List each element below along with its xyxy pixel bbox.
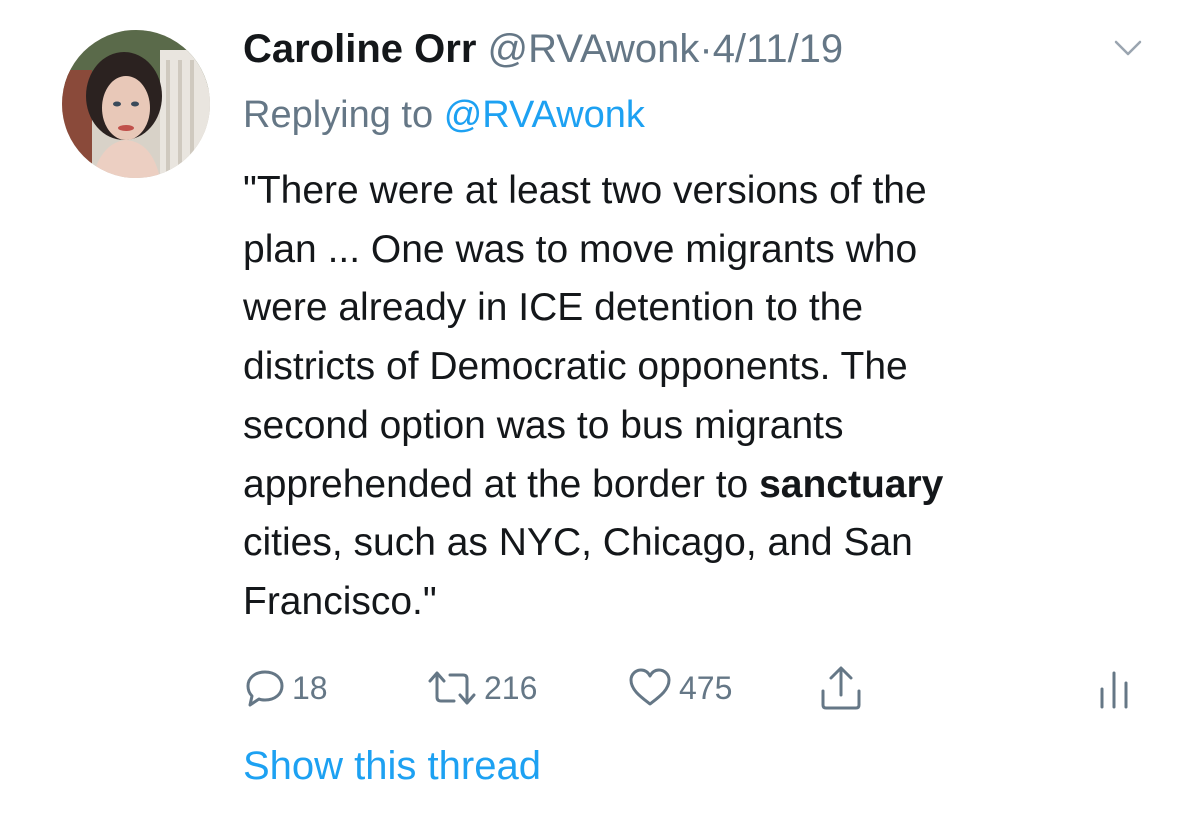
tweet-text-bold: sanctuary	[759, 462, 944, 506]
reply-button[interactable]: 18	[244, 660, 328, 716]
retweet-icon	[428, 671, 476, 705]
tweet[interactable]: Caroline Orr @RVAwonk·4/11/19 Replying t…	[0, 0, 1200, 820]
tweet-text: "There were at least two versions of the…	[243, 162, 1163, 632]
tweet-text-line: were already in ICE detention to the	[243, 286, 864, 330]
tweet-text-line: districts of Democratic opponents. The	[243, 345, 908, 389]
show-thread-link[interactable]: Show this thread	[243, 738, 541, 794]
share-button[interactable]	[818, 660, 864, 716]
avatar[interactable]	[62, 30, 210, 178]
analytics-icon	[1100, 671, 1128, 709]
replying-to: Replying to @RVAwonk	[243, 90, 645, 140]
analytics-button[interactable]	[1096, 660, 1132, 716]
avatar-photo	[62, 30, 210, 178]
replying-to-handle[interactable]: @RVAwonk	[444, 94, 645, 136]
tweet-actions: 18 216 475	[0, 660, 1200, 716]
separator-dot: ·	[699, 27, 713, 71]
user-handle[interactable]: @RVAwonk	[488, 27, 700, 71]
tweet-text-line: cities, such as NYC, Chicago, and San	[243, 521, 913, 565]
like-count: 475	[679, 669, 733, 706]
tweet-text-line: plan ... One was to move migrants who	[243, 227, 918, 271]
tweet-text-line: "There were at least two versions of the	[243, 169, 927, 212]
tweet-header: Caroline Orr @RVAwonk·4/11/19	[243, 24, 843, 74]
share-icon	[821, 666, 861, 710]
like-button[interactable]: 475	[627, 660, 732, 716]
tweet-text-segment: apprehended at the border to	[243, 462, 749, 506]
heart-icon	[629, 668, 671, 706]
tweet-text-line: Francisco."	[243, 579, 437, 623]
reply-count: 18	[292, 669, 328, 706]
tweet-text-line: second option was to bus migrants	[243, 403, 844, 447]
replying-to-label: Replying to	[243, 94, 434, 136]
tweet-text-line: apprehended at the border to sanctuary	[243, 456, 1163, 515]
chevron-down-icon	[1114, 40, 1142, 56]
reply-icon	[246, 670, 284, 707]
retweet-count: 216	[484, 669, 538, 706]
retweet-button[interactable]: 216	[426, 660, 537, 716]
tweet-menu-button[interactable]	[1108, 30, 1148, 66]
tweet-date[interactable]: 4/11/19	[713, 27, 844, 71]
display-name[interactable]: Caroline Orr	[243, 27, 476, 71]
